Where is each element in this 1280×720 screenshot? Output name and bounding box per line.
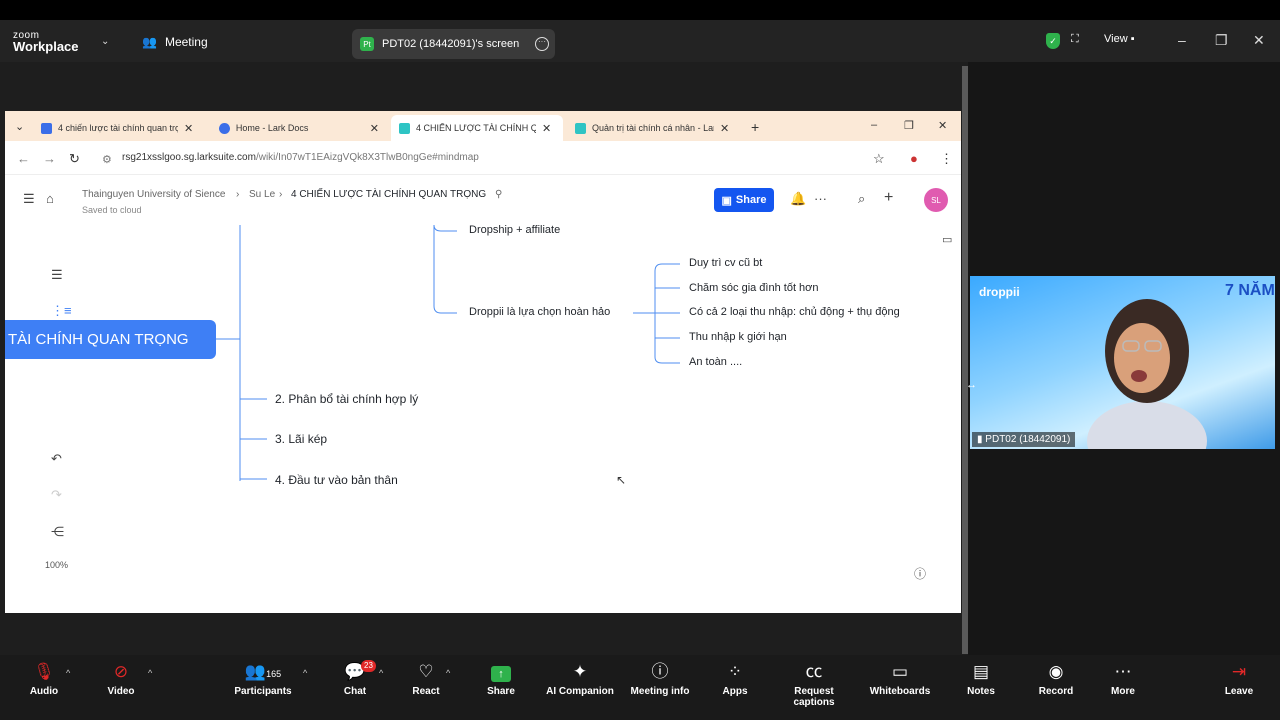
participants-count: 165: [266, 669, 282, 679]
request-captions-label: Request captions: [793, 686, 835, 708]
leave-button[interactable]: ⇥ Leave: [1199, 660, 1279, 710]
chat-unread-badge: 23: [361, 660, 376, 672]
collapse-icon[interactable]: ⋲: [51, 524, 64, 540]
people-icon: 👥: [142, 35, 157, 49]
ai-companion-label: AI Companion: [546, 686, 614, 697]
top-band: [0, 0, 1280, 20]
redo-icon[interactable]: ↷: [51, 487, 62, 503]
mindmap-leaf[interactable]: Duy trì cv cũ bt: [689, 257, 762, 269]
meeting-info-button[interactable]: ⓘ Meeting info: [620, 660, 700, 710]
heart-icon: ♡: [418, 662, 434, 681]
whiteboards-label: Whiteboards: [869, 686, 931, 697]
mindmap-node-dropship[interactable]: Dropship + affiliate: [469, 224, 560, 236]
root-label: TÀI CHÍNH QUAN TRỌNG: [8, 331, 189, 348]
video-options-icon[interactable]: ^: [148, 668, 152, 678]
chat-options-icon[interactable]: ^: [379, 668, 383, 678]
share-screen-button[interactable]: ↑ Share: [461, 660, 541, 710]
mindmap-node-droppii[interactable]: Droppii là lựa chọn hoàn hảo: [469, 306, 610, 318]
help-icon[interactable]: ⓘ: [914, 565, 926, 582]
share-screen-icon: ↑: [461, 660, 541, 684]
mindmap-node-item-3[interactable]: 3. Lãi kép: [275, 432, 327, 446]
restore-icon[interactable]: ❐: [1215, 32, 1228, 49]
meeting-label: Meeting: [164, 35, 208, 49]
whiteboards-button[interactable]: ▭ Whiteboards: [860, 660, 940, 710]
apps-icon: ⁘: [727, 662, 743, 681]
participant-name-label: ▮ PDT02 (18442091): [972, 432, 1076, 447]
info-icon: ⓘ: [651, 662, 669, 681]
apps-label: Apps: [722, 686, 748, 697]
mindmap-leaf[interactable]: Chăm sóc gia đình tốt hơn: [689, 282, 819, 294]
more-icon: ⋯: [1114, 662, 1132, 681]
react-options-icon[interactable]: ^: [446, 668, 450, 678]
signal-icon: ▮: [977, 434, 983, 445]
mindmap-node-item-2[interactable]: 2. Phân bổ tài chính hợp lý: [275, 392, 418, 406]
sparkle-icon: ✦: [572, 662, 588, 681]
browser-window: ⌄ 4 chiến lược tài chính quan trọng ✕ Ho…: [5, 111, 961, 613]
video-label: Video: [107, 686, 135, 697]
participants-button[interactable]: 👥165 Participants: [223, 660, 303, 710]
react-button[interactable]: ♡ React: [386, 660, 466, 710]
view-button[interactable]: View ▪: [1104, 33, 1135, 45]
more-label: More: [1111, 686, 1135, 697]
meeting-info-label: Meeting info: [630, 686, 690, 697]
close-icon[interactable]: ✕: [1253, 32, 1265, 49]
participants-icon: 👥165: [244, 662, 282, 681]
screen-share-icon: Pt: [360, 37, 374, 51]
chevron-down-icon[interactable]: ⌄: [101, 36, 109, 47]
audio-button[interactable]: 🎙 Audio: [4, 660, 84, 710]
mindmap-root-node[interactable]: TÀI CHÍNH QUAN TRỌNG: [5, 320, 216, 359]
more-button[interactable]: ⋯ More: [1083, 660, 1163, 710]
zoom-level[interactable]: 100%: [45, 560, 68, 570]
mindmap-connectors: [216, 224, 680, 481]
anniversary-logo: 7 NĂM: [1225, 282, 1275, 299]
notes-button[interactable]: ▤ Notes: [941, 660, 1021, 710]
meeting-button[interactable]: 👥 Meeting: [142, 35, 208, 49]
audio-options-icon[interactable]: ^: [66, 668, 70, 678]
react-label: React: [412, 686, 440, 697]
request-captions-button[interactable]: ㏄ Request captions: [773, 660, 855, 710]
audio-label: Audio: [29, 686, 59, 697]
screen-tab-label: PDT02 (18442091)'s screen: [382, 38, 520, 50]
participant-name: PDT02 (18442091): [985, 434, 1071, 445]
participant-person: [1087, 299, 1207, 449]
leave-icon: ⇥: [1231, 662, 1247, 681]
minimize-icon[interactable]: –: [1178, 32, 1186, 48]
whiteboard-icon: ▭: [891, 662, 909, 681]
view-label: View: [1104, 33, 1128, 45]
screen-share-tab[interactable]: Pt PDT02 (18442091)'s screen ···: [352, 29, 555, 59]
security-shield-icon[interactable]: ✓: [1046, 33, 1060, 49]
zoom-logo-line2: Workplace: [13, 39, 79, 54]
captions-icon: ㏄: [805, 662, 823, 681]
structure-icon[interactable]: ⋮≡: [51, 303, 72, 319]
mindmap-leaf[interactable]: An toàn ....: [689, 356, 742, 368]
undo-icon[interactable]: ↶: [51, 451, 62, 467]
leave-label: Leave: [1224, 686, 1254, 697]
mic-muted-icon: 🎙: [33, 662, 55, 681]
more-options-icon[interactable]: ···: [535, 37, 549, 51]
notes-icon: ▤: [972, 662, 990, 681]
mindmap-node-item-4[interactable]: 4. Đầu tư vào bản thân: [275, 473, 398, 487]
mindmap-leaf[interactable]: Thu nhập k giới hạn: [689, 331, 787, 343]
participants-options-icon[interactable]: ^: [303, 668, 307, 678]
ai-companion-button[interactable]: ✦ AI Companion: [540, 660, 620, 710]
zoom-logo[interactable]: zoom Workplace: [13, 30, 79, 54]
share-screen-label: Share: [487, 686, 515, 697]
apps-button[interactable]: ⁘ Apps: [695, 660, 775, 710]
participants-label: Participants: [234, 686, 292, 697]
fullscreen-icon[interactable]: ⛶: [1071, 33, 1079, 46]
cursor-icon: ↖: [616, 473, 627, 487]
notes-label: Notes: [967, 686, 995, 697]
mindmap-leaf[interactable]: Có cả 2 loại thu nhập: chủ động + thụ độ…: [689, 306, 900, 318]
resize-handle-icon[interactable]: ↔: [966, 379, 977, 391]
outline-icon[interactable]: ☰: [51, 267, 63, 283]
chat-label: Chat: [343, 686, 367, 697]
droppii-logo: droppii: [979, 285, 1020, 299]
